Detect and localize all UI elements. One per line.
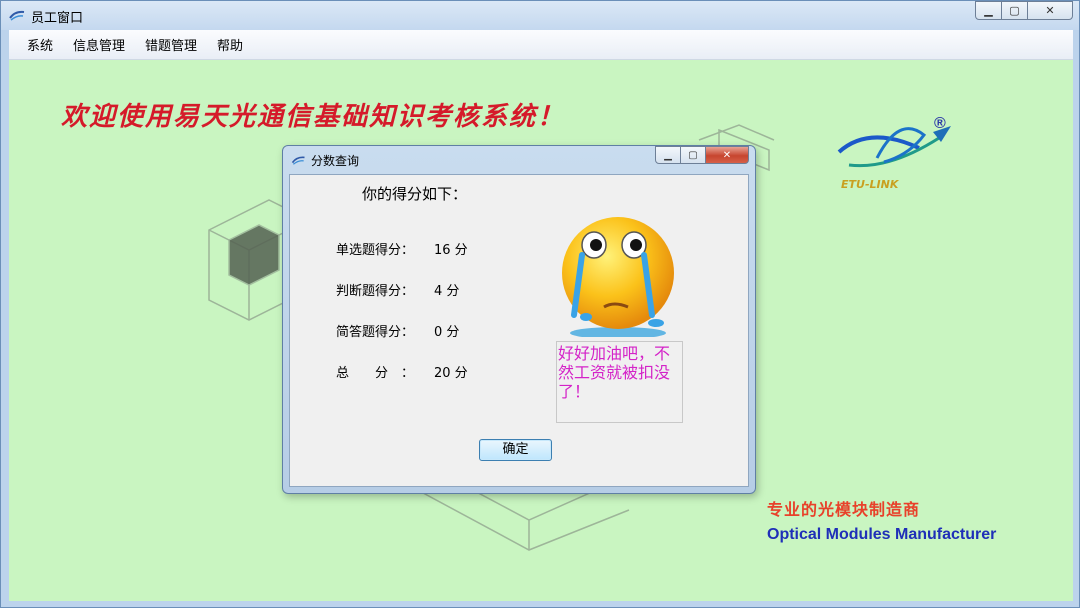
score-label: 简答题得分： (336, 325, 415, 340)
score-value: 16 分 (434, 243, 468, 258)
score-label: 总 分 ： (336, 366, 415, 381)
menu-error-management[interactable]: 错题管理 (135, 35, 207, 54)
score-label: 判断题得分： (336, 284, 415, 299)
title-bar: 员工窗口 ▁ ▢ ✕ (1, 1, 1079, 30)
slogan-english: Optical Modules Manufacturer (767, 526, 997, 543)
window-title: 员工窗口 (31, 11, 84, 26)
score-value: 0 分 (434, 325, 460, 340)
svg-text:ETU-LINK: ETU-LINK (841, 178, 900, 191)
dialog-close-button[interactable]: ✕ (705, 146, 749, 164)
menu-help[interactable]: 帮助 (207, 35, 253, 54)
maximize-icon: ▢ (1009, 4, 1020, 17)
score-value: 20 分 (434, 366, 468, 381)
score-row-total: 总 分 ： 20 分 (336, 362, 514, 381)
score-row-short-answer: 简答题得分： 0 分 (336, 321, 514, 340)
score-row-single-choice: 单选题得分： 16 分 (336, 239, 514, 258)
score-header: 你的得分如下： (362, 185, 468, 203)
dialog-minimize-button[interactable]: ▁ (655, 146, 681, 164)
minimize-icon: ▁ (984, 4, 993, 17)
menu-info-management[interactable]: 信息管理 (63, 35, 135, 54)
close-button[interactable]: ✕ (1027, 1, 1073, 20)
maximize-button[interactable]: ▢ (1001, 1, 1028, 20)
menu-bar: 系统 信息管理 错题管理 帮助 (9, 30, 1073, 60)
minimize-button[interactable]: ▁ (975, 1, 1002, 20)
ok-button[interactable]: 确定 (479, 439, 552, 461)
close-icon: ✕ (1045, 4, 1055, 17)
maximize-icon: ▢ (688, 149, 698, 161)
score-label: 单选题得分： (336, 243, 415, 258)
dialog-content: 你的得分如下： 单选题得分： 16 分 判断题得分： 4 分 简答题得分： 0 … (289, 174, 749, 487)
slogan-chinese: 专业的光模块制造商 (767, 500, 921, 519)
minimize-icon: ▁ (664, 149, 672, 161)
score-dialog: 分数查询 ▁ ▢ ✕ 你的得分如下： 单选题得分： 16 分 判断题得分： 4 … (282, 145, 756, 494)
score-row-true-false: 判断题得分： 4 分 (336, 280, 514, 299)
dialog-maximize-button[interactable]: ▢ (680, 146, 706, 164)
close-icon: ✕ (722, 149, 732, 161)
score-value: 4 分 (434, 284, 460, 299)
app-icon (9, 10, 25, 21)
company-logo: ® ETU-LINK (837, 115, 951, 191)
crying-face-icon (562, 217, 674, 337)
dialog-app-icon (291, 156, 305, 165)
menu-system[interactable]: 系统 (17, 35, 63, 54)
encouragement-message: 好好加油吧，不然工资就被扣没了！ (556, 341, 683, 423)
dialog-title: 分数查询 (311, 154, 360, 168)
